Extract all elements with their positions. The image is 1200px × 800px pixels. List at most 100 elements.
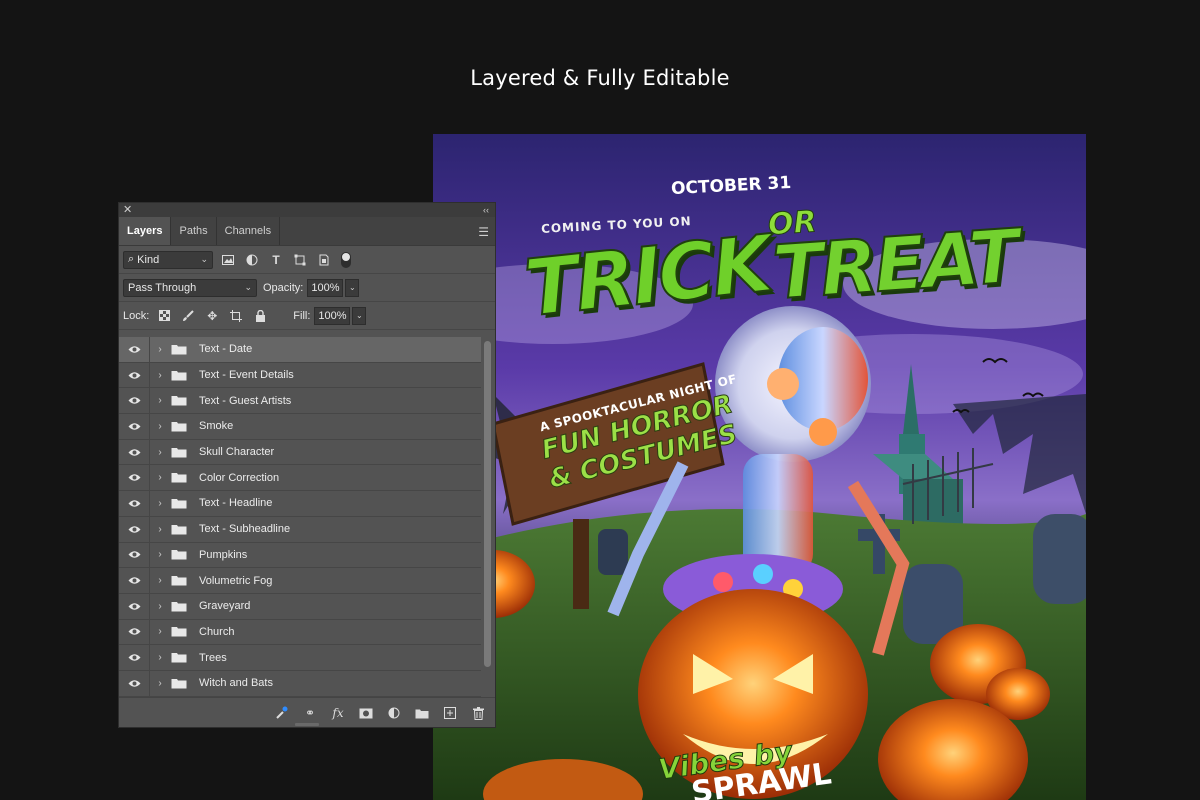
visibility-eye-icon[interactable] xyxy=(119,414,150,439)
visibility-eye-icon[interactable] xyxy=(119,491,150,516)
layer-name: Text - Event Details xyxy=(199,369,294,382)
shape-filter-icon[interactable] xyxy=(291,251,309,269)
layer-row[interactable]: › Text - Date xyxy=(119,337,481,363)
lock-label: Lock: xyxy=(123,309,150,322)
chevron-right-icon[interactable]: › xyxy=(153,421,167,432)
pixel-filter-icon[interactable] xyxy=(219,251,237,269)
folder-icon xyxy=(171,396,187,406)
visibility-eye-icon[interactable] xyxy=(119,516,150,542)
visibility-eye-icon[interactable] xyxy=(119,337,150,362)
opacity-dropdown-icon[interactable]: ⌄ xyxy=(345,278,360,297)
layer-row[interactable]: › Trees xyxy=(119,645,481,671)
tab-paths[interactable]: Paths xyxy=(171,217,217,245)
layer-name: Pumpkins xyxy=(199,548,248,561)
layer-name: Trees xyxy=(199,651,227,664)
layer-row[interactable]: › Graveyard xyxy=(119,593,481,620)
filter-toggle[interactable] xyxy=(341,251,351,268)
layer-row[interactable]: › Text - Subheadline xyxy=(119,516,481,543)
filter-kind-select[interactable]: ⌕ Kind ⌄ xyxy=(123,250,213,269)
panel-titlebar[interactable]: ✕ ‹‹ xyxy=(119,203,495,217)
chevron-right-icon[interactable]: › xyxy=(153,370,167,381)
fill-input[interactable]: 100% xyxy=(314,306,351,325)
visibility-eye-icon[interactable] xyxy=(119,542,150,568)
layer-name: Smoke xyxy=(199,420,234,433)
folder-icon xyxy=(171,576,187,586)
visibility-eye-icon[interactable] xyxy=(119,465,150,491)
chevron-right-icon[interactable]: › xyxy=(153,575,167,586)
layer-row[interactable]: › Text - Event Details xyxy=(119,362,481,389)
new-group-icon[interactable] xyxy=(411,702,433,724)
folder-icon xyxy=(171,678,187,689)
layer-row[interactable]: › Text - Headline xyxy=(119,491,481,517)
visibility-eye-icon[interactable] xyxy=(119,645,150,670)
lock-transparent-icon[interactable] xyxy=(155,307,173,325)
chevron-right-icon[interactable]: › xyxy=(153,678,167,689)
lock-all-icon[interactable] xyxy=(251,307,269,325)
filter-row: ⌕ Kind ⌄ T xyxy=(119,246,495,274)
chevron-right-icon[interactable]: › xyxy=(153,395,167,406)
chevron-right-icon[interactable]: › xyxy=(153,549,167,560)
link-layers-icon[interactable]: ⚭ xyxy=(299,702,321,724)
search-icon: ⌕ xyxy=(128,253,135,265)
opacity-input[interactable]: 100% xyxy=(307,278,344,297)
layer-name: Witch and Bats xyxy=(199,677,273,690)
visibility-eye-icon[interactable] xyxy=(119,593,150,619)
double-chevron-icon[interactable]: ‹‹ xyxy=(483,203,489,217)
fx-icon[interactable]: fx xyxy=(327,702,349,724)
scrollbar-thumb[interactable] xyxy=(484,341,491,667)
layer-row[interactable]: › Skull Character xyxy=(119,439,481,466)
lock-artboard-icon[interactable] xyxy=(227,307,245,325)
chevron-right-icon[interactable]: › xyxy=(153,524,167,535)
visibility-eye-icon[interactable] xyxy=(119,362,150,388)
blend-mode-select[interactable]: Pass Through ⌄ xyxy=(123,278,257,297)
visibility-eye-icon[interactable] xyxy=(119,619,150,645)
folder-icon xyxy=(171,550,187,560)
layer-mask-icon[interactable] xyxy=(355,702,377,724)
layer-row[interactable]: › Church xyxy=(119,619,481,646)
layers-scrollbar[interactable] xyxy=(483,339,493,699)
layer-row[interactable]: › Text - Guest Artists xyxy=(119,388,481,415)
chevron-right-icon[interactable]: › xyxy=(153,472,167,483)
trash-icon[interactable] xyxy=(467,702,489,724)
visibility-eye-icon[interactable] xyxy=(119,388,150,414)
visibility-eye-icon[interactable] xyxy=(119,670,150,696)
chevron-right-icon[interactable]: › xyxy=(153,601,167,612)
page-headline: Layered & Fully Editable xyxy=(470,66,730,90)
new-layer-icon[interactable] xyxy=(439,702,461,724)
layer-row[interactable]: › Witch and Bats xyxy=(119,670,481,697)
visibility-eye-icon[interactable] xyxy=(119,439,150,465)
folder-icon xyxy=(171,421,187,432)
lock-move-icon[interactable]: ✥ xyxy=(203,307,221,325)
chevron-right-icon[interactable]: › xyxy=(153,652,167,663)
folder-icon xyxy=(171,473,187,483)
lock-row: Lock: ✥ Fill: 100% ⌄ xyxy=(119,302,495,330)
chevron-right-icon[interactable]: › xyxy=(153,498,167,509)
new-group-indicator-icon[interactable] xyxy=(271,702,293,724)
adjustment-layer-icon[interactable] xyxy=(383,702,405,724)
type-filter-icon[interactable]: T xyxy=(267,251,285,269)
tab-layers[interactable]: Layers xyxy=(119,217,172,245)
poster-title-treat: TREAT xyxy=(769,213,1020,318)
lock-brush-icon[interactable] xyxy=(179,307,197,325)
layers-list: › Text - Date › Text - Event Details › Text -… xyxy=(119,337,481,697)
panel-resize-grip[interactable] xyxy=(295,723,319,726)
chevron-right-icon[interactable]: › xyxy=(153,626,167,637)
smart-object-filter-icon[interactable] xyxy=(315,251,333,269)
layer-row[interactable]: › Smoke xyxy=(119,414,481,440)
layer-row[interactable]: › Color Correction xyxy=(119,465,481,492)
layer-row[interactable]: › Pumpkins xyxy=(119,542,481,569)
folder-icon xyxy=(171,601,187,612)
close-icon[interactable]: ✕ xyxy=(123,203,132,217)
tab-channels[interactable]: Channels xyxy=(217,217,281,245)
folder-icon xyxy=(171,447,187,458)
adjustment-filter-icon[interactable] xyxy=(243,251,261,269)
visibility-eye-icon[interactable] xyxy=(119,568,150,593)
chevron-right-icon[interactable]: › xyxy=(153,447,167,458)
layers-panel: ✕ ‹‹ Layers Paths Channels ☰ ⌕ Kind ⌄ T … xyxy=(118,202,496,728)
panel-menu-icon[interactable]: ☰ xyxy=(478,225,489,239)
fill-label: Fill: xyxy=(293,309,311,322)
panel-tabs: Layers Paths Channels ☰ xyxy=(119,217,495,246)
layer-row[interactable]: › Volumetric Fog xyxy=(119,568,481,594)
fill-dropdown-icon[interactable]: ⌄ xyxy=(352,306,367,325)
chevron-right-icon[interactable]: › xyxy=(153,344,167,355)
